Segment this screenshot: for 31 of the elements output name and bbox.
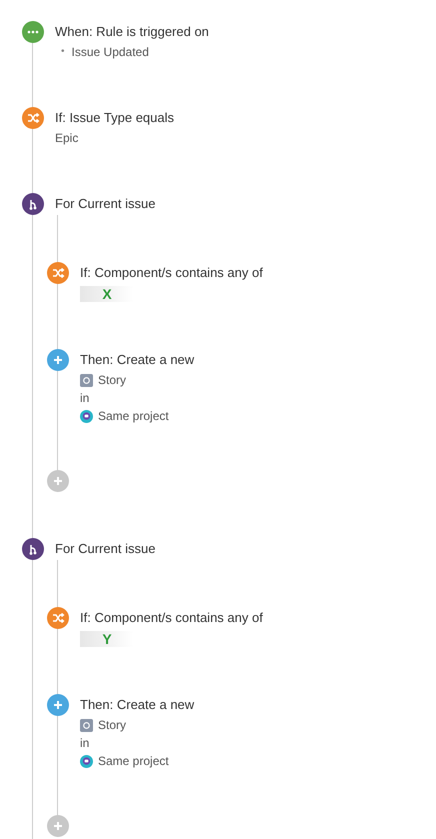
plus-icon — [47, 694, 69, 716]
condition-value: Epic — [55, 130, 80, 147]
plus-icon — [47, 349, 69, 371]
issue-type: Story — [98, 717, 126, 734]
step-title: If: Issue Type equals — [55, 109, 174, 127]
joiner-text: in — [80, 735, 90, 752]
add-icon[interactable] — [47, 815, 69, 837]
step-title: If: Component/s contains any of — [80, 609, 263, 627]
shuffle-icon — [47, 607, 69, 629]
branch-icon — [22, 193, 44, 215]
shuffle-icon — [22, 107, 44, 129]
branch-icon — [22, 538, 44, 560]
story-icon — [80, 718, 93, 732]
project-avatar-icon — [80, 754, 93, 768]
trigger-event: Issue Updated — [72, 44, 149, 61]
step-title: When: Rule is triggered on — [55, 23, 209, 41]
more-icon — [22, 21, 44, 43]
step-title: For Current issue — [55, 195, 156, 213]
joiner-text: in — [80, 390, 90, 407]
issue-type: Story — [98, 372, 126, 389]
step-title: Then: Create a new — [80, 696, 194, 714]
step-title: Then: Create a new — [80, 351, 194, 369]
bullet: • — [61, 45, 65, 59]
story-icon — [80, 374, 93, 386]
step-title: For Current issue — [55, 540, 156, 558]
add-icon[interactable] — [47, 470, 69, 492]
project-name: Same project — [98, 753, 169, 770]
project-name: Same project — [98, 408, 169, 425]
step-title: If: Component/s contains any of — [80, 264, 263, 282]
shuffle-icon — [47, 262, 69, 284]
project-avatar-icon — [80, 410, 93, 422]
